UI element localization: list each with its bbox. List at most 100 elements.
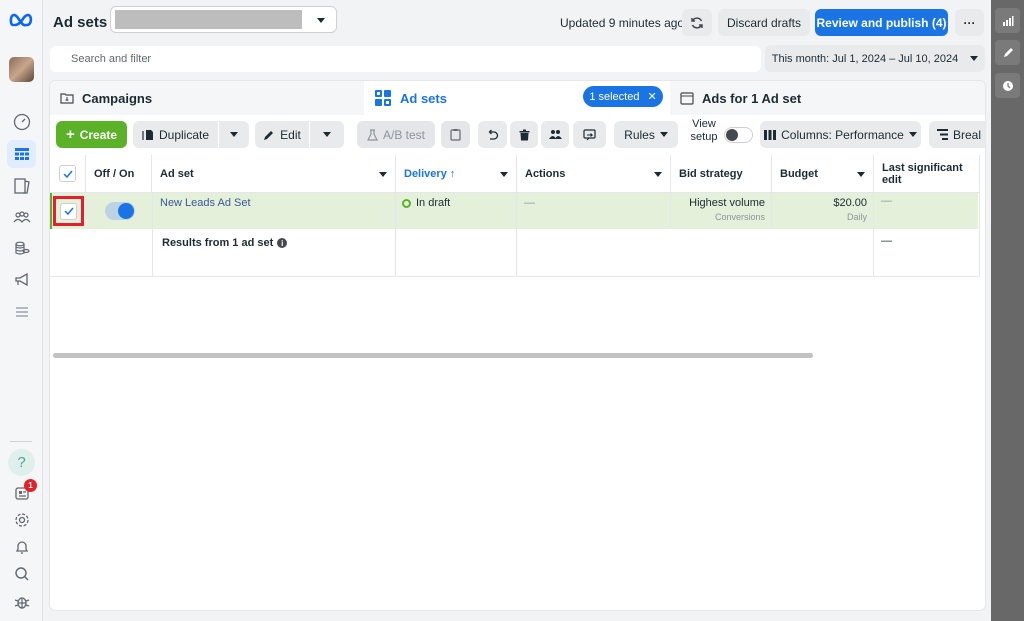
campaign-selector-dropdown[interactable] (110, 6, 337, 33)
paste-button[interactable] (441, 121, 470, 148)
edit-dropdown[interactable] (310, 121, 344, 148)
bell-icon[interactable] (7, 533, 36, 561)
column-header-adset[interactable]: Ad set (152, 155, 396, 193)
duplicate-icon (142, 129, 153, 140)
bid-strategy-value: Highest volume (689, 197, 765, 209)
chevron-down-icon (970, 56, 979, 61)
delivery-status: In draft (416, 197, 451, 209)
summary-label: Results from 1 ad set (162, 237, 274, 249)
column-header-label: Actions (525, 167, 566, 180)
preview-icon (583, 128, 596, 140)
search-icon[interactable] (7, 560, 36, 588)
ab-test-label: A/B test (382, 127, 426, 142)
selected-count-pill[interactable]: 1 selected ✕ (583, 86, 663, 107)
bid-strategy-cell: Highest volume Conversions (671, 193, 772, 229)
summary-cell (517, 229, 874, 277)
view-setup-toggle[interactable] (724, 127, 753, 143)
clear-selection-icon[interactable]: ✕ (647, 90, 656, 103)
people-icon (548, 130, 562, 139)
rules-dropdown[interactable]: Rules (614, 121, 678, 148)
columns-dropdown[interactable]: Columns: Performance (760, 121, 921, 148)
last-updated-text: Updated 9 minutes ago (560, 16, 685, 30)
table-row[interactable]: New Leads Ad Set In draft — Highest volu… (50, 193, 980, 229)
sort-dropdown-icon[interactable] (379, 172, 387, 177)
campaign-megaphone-icon[interactable] (7, 266, 36, 294)
column-header-offon[interactable]: Off / On (86, 155, 152, 193)
select-all-checkbox[interactable] (59, 165, 76, 182)
search-filter-input[interactable]: Search and filter (50, 46, 761, 72)
column-header-last-edit[interactable]: Last significant edit (874, 155, 980, 193)
tab-campaigns[interactable]: Campaigns (50, 81, 364, 115)
toggle-knob (118, 203, 134, 219)
meta-logo-icon[interactable] (9, 12, 34, 31)
info-icon[interactable]: i (277, 238, 288, 248)
column-header-delivery[interactable]: Delivery ↑ (396, 155, 517, 193)
view-setup-label: View setup (690, 118, 718, 143)
chevron-down-icon (230, 132, 238, 137)
chevron-down-icon (317, 18, 325, 23)
billing-icon[interactable] (7, 235, 36, 263)
edit-button[interactable]: Edit (255, 121, 309, 148)
adset-status-toggle[interactable] (105, 202, 135, 220)
create-button[interactable]: + Create (56, 121, 127, 148)
tab-ads-label: Ads for 1 Ad set (702, 90, 802, 106)
budget-cell[interactable]: $20.00 Daily (772, 193, 874, 229)
delete-button[interactable] (510, 121, 538, 148)
settings-gear-icon[interactable] (7, 506, 36, 534)
preview-button[interactable] (573, 121, 606, 148)
duplicate-label: Duplicate (158, 127, 210, 142)
ab-test-button[interactable]: A/B test (357, 121, 435, 148)
duplicate-button[interactable]: Duplicate (133, 121, 218, 148)
refresh-button[interactable] (682, 9, 712, 36)
date-range-picker[interactable]: This month: Jul 1, 2024 – Jul 10, 2024 (765, 45, 985, 72)
column-header-actions[interactable]: Actions (517, 155, 671, 193)
bid-strategy-sub: Conversions (714, 212, 765, 222)
more-options-button[interactable]: ··· (955, 9, 984, 36)
create-label: Create (79, 127, 118, 142)
edit-pencil-icon[interactable] (995, 40, 1020, 65)
check-icon (63, 207, 74, 215)
notification-badge: 1 (24, 479, 37, 492)
duplicate-dropdown[interactable] (219, 121, 249, 148)
ad-window-icon (680, 91, 694, 105)
ads-manager-table-icon[interactable] (7, 140, 36, 168)
tab-ads[interactable]: Ads for 1 Ad set (670, 81, 985, 115)
right-sidebar (991, 0, 1024, 621)
pages-icon[interactable] (7, 172, 36, 200)
horizontal-scrollbar[interactable] (53, 353, 813, 358)
audiences-icon[interactable] (7, 203, 36, 231)
sort-dropdown-icon[interactable] (857, 172, 865, 177)
row-checkbox-highlight (53, 196, 84, 226)
sort-dropdown-icon[interactable] (500, 172, 508, 177)
left-nav: ? 1 (0, 0, 43, 621)
summary-last-edit: — (874, 229, 980, 277)
audience-button[interactable] (541, 121, 569, 148)
columns-icon (764, 129, 777, 140)
selected-count-label: 1 selected (589, 90, 640, 103)
column-header-budget[interactable]: Budget (772, 155, 874, 193)
check-icon (62, 170, 73, 178)
charts-icon[interactable] (995, 8, 1020, 33)
tab-campaigns-label: Campaigns (82, 90, 153, 106)
breakdown-dropdown[interactable]: Breal (929, 121, 985, 148)
review-and-publish-button[interactable]: Review and publish (4) (815, 9, 948, 36)
account-overview-icon[interactable] (7, 108, 36, 136)
row-checkbox[interactable] (60, 202, 77, 220)
summary-row: Results from 1 ad set i — (50, 229, 980, 277)
budget-value: $20.00 (833, 197, 867, 209)
date-range-label: This month: Jul 1, 2024 – Jul 10, 2024 (771, 52, 959, 65)
chevron-down-icon (659, 132, 668, 137)
sort-dropdown-icon[interactable] (654, 172, 662, 177)
history-clock-icon[interactable] (995, 73, 1020, 98)
undo-button[interactable] (478, 121, 507, 148)
chevron-down-icon (908, 132, 917, 137)
bug-report-icon[interactable] (7, 588, 36, 616)
help-icon[interactable]: ? (8, 449, 35, 476)
discard-drafts-button[interactable]: Discard drafts (718, 9, 810, 36)
account-avatar[interactable] (9, 57, 34, 82)
all-tools-menu-icon[interactable] (7, 298, 36, 326)
chevron-down-icon (323, 132, 331, 137)
adset-name-link[interactable]: New Leads Ad Set (152, 193, 396, 229)
column-header-bid-strategy[interactable]: Bid strategy (671, 155, 772, 193)
breakdown-icon (937, 129, 948, 140)
